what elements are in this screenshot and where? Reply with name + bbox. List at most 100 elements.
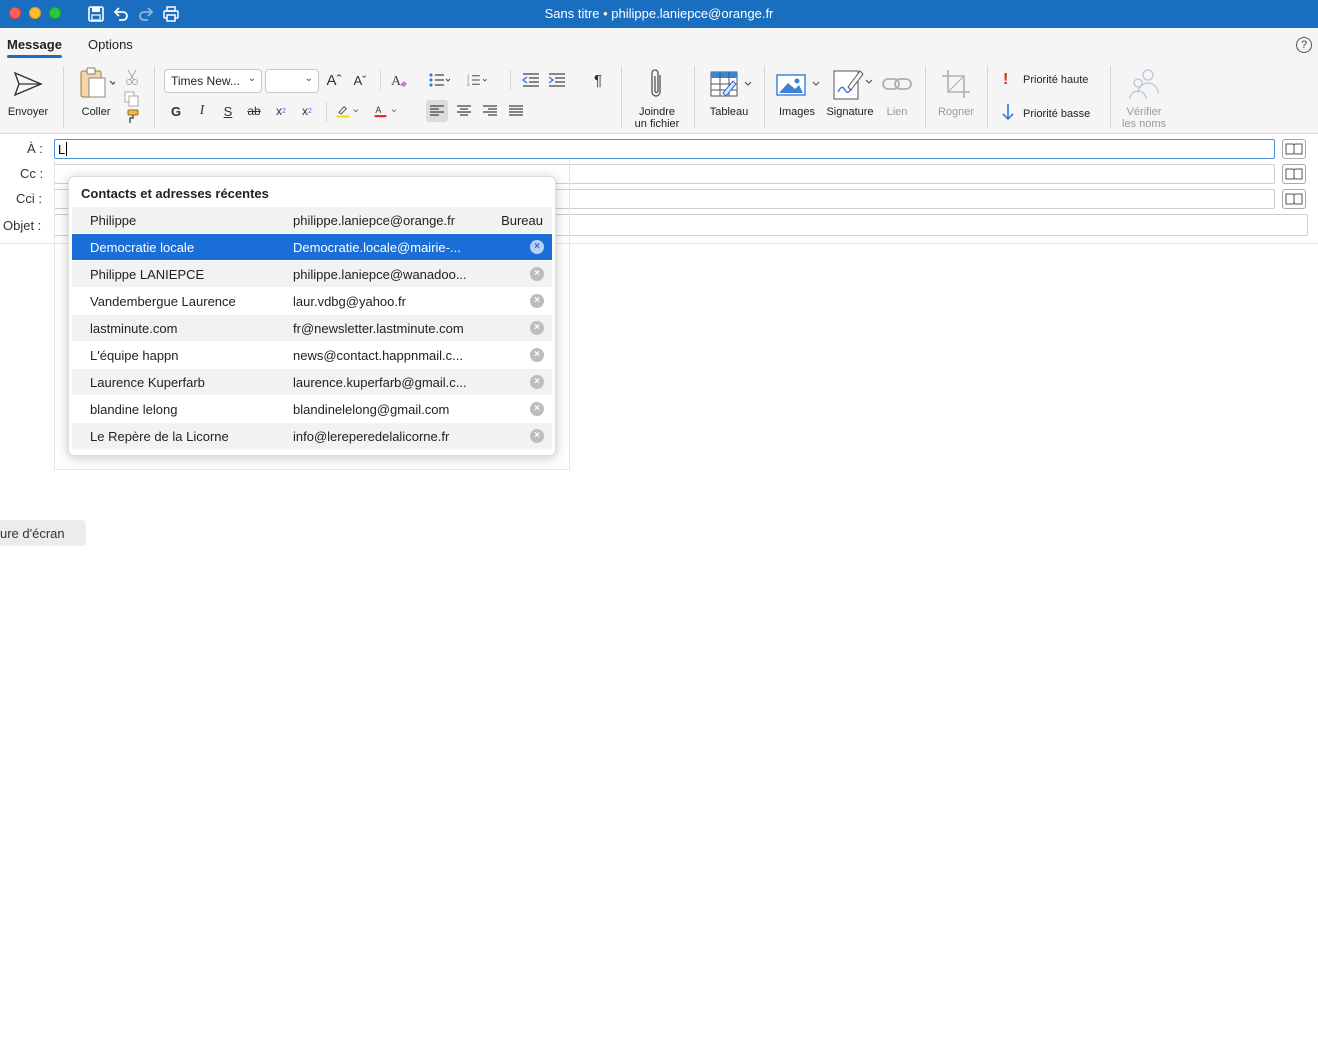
suggestion-email: news@contact.happnmail.c...: [293, 348, 464, 363]
screenshot-tooltip: ure d'écran: [0, 520, 86, 546]
crop-icon: [941, 66, 971, 102]
suggestion-row[interactable]: Vandembergue Laurence laur.vdbg@yahoo.fr…: [72, 288, 552, 314]
help-icon[interactable]: ?: [1296, 37, 1312, 53]
suggestion-name: Philippe LANIEPCE: [90, 267, 205, 282]
font-color-icon[interactable]: A: [374, 100, 396, 122]
table-button[interactable]: Tableau: [704, 66, 754, 118]
font-name-select[interactable]: Times New... ⌄: [164, 69, 262, 93]
suggestion-row[interactable]: Laurence Kuperfarb laurence.kuperfarb@gm…: [72, 369, 552, 395]
crop-button[interactable]: Rogner: [934, 66, 978, 118]
suggestion-tag: Bureau: [501, 213, 543, 228]
pilcrow-icon[interactable]: ¶: [587, 69, 609, 91]
align-left-icon[interactable]: [426, 100, 448, 122]
send-button[interactable]: Envoyer: [6, 66, 50, 118]
remove-suggestion-icon[interactable]: ×: [530, 375, 544, 389]
priority-high-label: Priorité haute: [1023, 74, 1089, 86]
address-book-bcc-icon[interactable]: [1282, 189, 1306, 209]
attach-file-button[interactable]: Joindre un fichier: [630, 66, 684, 130]
shrink-font-icon[interactable]: Aˇ: [349, 69, 371, 91]
suggestion-name: L'équipe happn: [90, 348, 179, 363]
align-right-icon[interactable]: [479, 100, 501, 122]
grow-font-icon[interactable]: Aˆ: [323, 69, 345, 91]
suggestion-email: philippe.laniepce@orange.fr: [293, 213, 456, 228]
remove-suggestion-icon[interactable]: ×: [530, 429, 544, 443]
to-input-value: L: [58, 142, 68, 157]
decrease-indent-icon[interactable]: [520, 69, 542, 91]
suggestion-email: laurence.kuperfarb@gmail.c...: [293, 375, 467, 390]
svg-text:3: 3: [467, 82, 470, 87]
paste-label: Coller: [81, 106, 111, 118]
remove-suggestion-icon[interactable]: ×: [530, 321, 544, 335]
superscript-button[interactable]: x2: [296, 100, 318, 122]
arrow-down-icon: [1001, 103, 1023, 124]
increase-indent-icon[interactable]: [546, 69, 568, 91]
suggestion-name: Laurence Kuperfarb: [90, 375, 205, 390]
chevron-down-icon: ⌄: [247, 73, 256, 84]
remove-suggestion-icon[interactable]: ×: [530, 294, 544, 308]
paste-button[interactable]: Coller: [74, 66, 118, 118]
underline-button[interactable]: S: [217, 100, 239, 122]
font-size-select[interactable]: ⌄: [265, 69, 319, 93]
priority-low-label: Priorité basse: [1023, 107, 1091, 120]
to-input[interactable]: L: [54, 139, 1275, 159]
signature-label: Signature: [826, 106, 874, 118]
people-icon: [1126, 66, 1162, 102]
numbered-list-icon[interactable]: 123: [467, 69, 489, 91]
to-label: À :: [27, 141, 43, 156]
address-book-to-icon[interactable]: [1282, 139, 1306, 159]
cut-icon[interactable]: [121, 66, 143, 88]
remove-suggestion-icon[interactable]: ×: [530, 348, 544, 362]
bullet-list-icon[interactable]: [428, 69, 450, 91]
priority-low-button[interactable]: Priorité basse: [1001, 103, 1090, 124]
strikethrough-button[interactable]: ab: [243, 100, 265, 122]
justify-icon[interactable]: [505, 100, 527, 122]
highlight-icon[interactable]: [336, 100, 358, 122]
italic-button[interactable]: I: [191, 100, 213, 122]
suggestion-name: blandine lelong: [90, 402, 178, 417]
suggestion-row[interactable]: Philippe LANIEPCE philippe.laniepce@wana…: [72, 261, 552, 287]
font-name-value: Times New...: [171, 74, 240, 88]
cc-label: Cc :: [20, 166, 44, 181]
image-icon: [773, 66, 821, 102]
suggestion-name: Democratie locale: [90, 240, 195, 255]
subscript-button[interactable]: x2: [270, 100, 292, 122]
format-painter-icon[interactable]: [121, 106, 143, 128]
suggestion-email: info@lereperedelalicorne.fr: [293, 429, 450, 444]
clipboard-icon: [77, 66, 115, 102]
suggestion-name: Vandembergue Laurence: [90, 294, 236, 309]
align-center-icon[interactable]: [453, 100, 475, 122]
images-button[interactable]: Images: [772, 66, 822, 118]
subject-label: Objet :: [3, 218, 42, 233]
clear-formatting-icon[interactable]: A: [388, 69, 410, 91]
suggestion-name: lastminute.com: [90, 321, 178, 336]
suggestion-row[interactable]: Le Repère de la Licorne info@lereperedel…: [72, 423, 552, 449]
remove-suggestion-icon[interactable]: ×: [530, 240, 544, 254]
suggestion-row[interactable]: lastminute.com fr@newsletter.lastminute.…: [72, 315, 552, 341]
tab-options[interactable]: Options: [88, 37, 133, 52]
suggestion-row[interactable]: Philippe philippe.laniepce@orange.fr Bur…: [72, 207, 552, 233]
link-label: Lien: [886, 106, 908, 118]
remove-suggestion-icon[interactable]: ×: [530, 402, 544, 416]
bcc-label: Cci :: [16, 191, 42, 206]
link-button[interactable]: Lien: [880, 66, 914, 118]
address-book-cc-icon[interactable]: [1282, 164, 1306, 184]
suggestion-row[interactable]: L'équipe happn news@contact.happnmail.c.…: [72, 342, 552, 368]
priority-high-button[interactable]: ! Priorité haute: [1003, 71, 1088, 89]
svg-text:A: A: [375, 105, 381, 115]
check-names-button[interactable]: Vérifier les noms: [1118, 66, 1170, 130]
chevron-down-icon: ⌄: [304, 73, 313, 84]
table-icon: [707, 66, 751, 102]
remove-suggestion-icon[interactable]: ×: [530, 267, 544, 281]
bold-button[interactable]: G: [165, 100, 187, 122]
suggestion-row[interactable]: blandine lelong blandinelelong@gmail.com…: [72, 396, 552, 422]
suggestion-email: laur.vdbg@yahoo.fr: [293, 294, 406, 309]
contact-suggestions-popup: Contacts et adresses récentes Philippe p…: [68, 176, 556, 456]
signature-button[interactable]: Signature: [823, 66, 877, 118]
title-bar: Sans titre • philippe.laniepce@orange.fr: [0, 0, 1318, 28]
tab-message[interactable]: Message: [7, 37, 62, 58]
check-names-label-2: les noms: [1121, 118, 1167, 130]
suggestion-name: Le Repère de la Licorne: [90, 429, 229, 444]
exclamation-icon: !: [1003, 71, 1009, 88]
suggestion-row[interactable]: Democratie locale Democratie.locale@mair…: [72, 234, 552, 260]
ribbon-toolbar: Envoyer Coller Times New... ⌄ ⌄ Aˆ Aˇ A …: [0, 60, 1318, 134]
